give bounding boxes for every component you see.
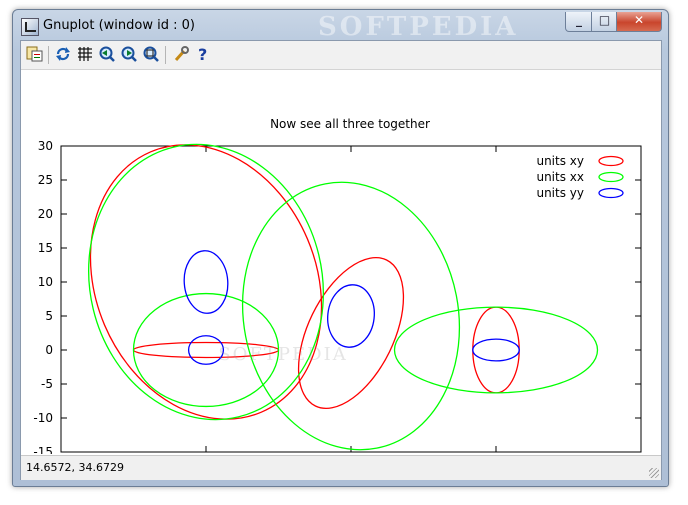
- help-icon[interactable]: ?: [193, 45, 213, 65]
- client-area: ? Now see all three together -5 0 5 10 15 -15…: [20, 40, 662, 480]
- y-tick-label: 30: [38, 139, 53, 153]
- ellipse-units-xx: [241, 181, 461, 451]
- zoom-next-icon[interactable]: [119, 45, 139, 65]
- ellipse-units-xy: [89, 144, 323, 420]
- legend-swatch: [598, 155, 624, 167]
- plot-watermark: SOFTPEDIA: [218, 344, 347, 365]
- y-tick-label: -5: [41, 377, 53, 391]
- ellipse-units-xy: [472, 306, 520, 394]
- gnuplot-app-icon[interactable]: [21, 18, 39, 36]
- unzoom-icon[interactable]: [141, 45, 161, 65]
- status-bar: 14.6572, 34.6729: [21, 455, 661, 480]
- copy-print-icon[interactable]: [25, 45, 45, 65]
- svg-text:?: ?: [198, 45, 207, 63]
- y-tick-label: 15: [38, 241, 53, 255]
- title-bar[interactable]: Gnuplot (window id : 0) SOFTPEDIA _ □ ✕: [13, 10, 668, 42]
- minimize-icon: _: [576, 13, 582, 27]
- legend-swatch: [598, 171, 624, 183]
- mouse-coordinates: 14.6572, 34.6729: [26, 461, 124, 474]
- maximize-button[interactable]: □: [591, 12, 618, 32]
- y-tick-label: 10: [38, 275, 53, 289]
- options-icon[interactable]: [171, 45, 191, 65]
- legend: units xy units xx units yy: [536, 154, 624, 200]
- ellipse-units-yy: [183, 250, 229, 314]
- y-tick-label: 5: [45, 309, 53, 323]
- window-title: Gnuplot (window id : 0): [43, 18, 195, 33]
- close-icon: ✕: [633, 13, 645, 27]
- replot-icon[interactable]: [53, 45, 73, 65]
- ellipse-units-yy: [472, 338, 520, 362]
- minimize-button[interactable]: _: [565, 12, 593, 32]
- watermark-logo: SOFTPEDIA: [318, 12, 519, 42]
- toolbar-separator: [165, 46, 166, 64]
- ellipse-units-xx: [87, 143, 325, 421]
- ellipse-units-yy: [327, 284, 375, 348]
- y-tick-label: 20: [38, 207, 53, 221]
- chart-svg[interactable]: Now see all three together -5 0 5 10 15 -15 -1…: [21, 70, 661, 472]
- plot-area[interactable]: Now see all three together -5 0 5 10 15 -15 -1…: [21, 70, 661, 472]
- maximize-icon: □: [598, 13, 611, 27]
- y-tick-label: 0: [45, 343, 53, 357]
- ellipse-units-xx: [393, 306, 599, 394]
- legend-swatch: [598, 187, 624, 199]
- chart-title: Now see all three together: [270, 117, 430, 131]
- legend-label: units xy: [536, 154, 584, 168]
- grid-icon[interactable]: [75, 45, 95, 65]
- toolbar: ?: [21, 41, 661, 70]
- y-tick-label: -10: [33, 411, 53, 425]
- legend-label: units yy: [536, 186, 584, 200]
- toolbar-separator: [48, 46, 49, 64]
- y-tick-label: 25: [38, 173, 53, 187]
- close-button[interactable]: ✕: [616, 12, 662, 32]
- zoom-previous-icon[interactable]: [97, 45, 117, 65]
- legend-label: units xx: [536, 170, 584, 184]
- resize-grip[interactable]: [649, 468, 659, 478]
- gnuplot-window: Gnuplot (window id : 0) SOFTPEDIA _ □ ✕: [12, 9, 669, 487]
- y-tick-label: -15: [33, 445, 53, 454]
